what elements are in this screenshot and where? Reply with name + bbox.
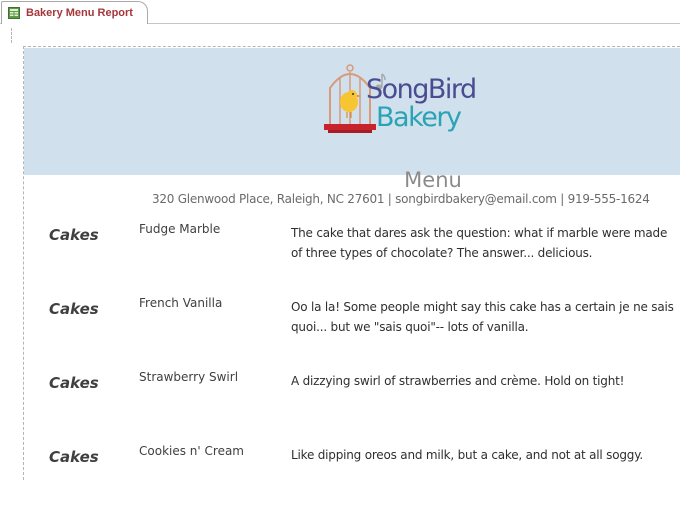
bakery-logo: SongBird Bakery [320,52,500,152]
logo-songbird-text: SongBird [366,74,477,105]
menu-row: Cakes French Vanilla Oo la la! Some peop… [0,296,680,360]
item-description: The cake that dares ask the question: wh… [291,226,668,260]
tab-label: Bakery Menu Report [26,7,133,19]
page-margin-guide-top [23,46,680,47]
category-label: Cakes [49,226,99,244]
item-description: A dizzying swirl of strawberries and crè… [291,374,625,388]
logo-bakery-text: Bakery [376,102,462,133]
item-name: Cookies n' Cream [139,444,244,458]
menu-row: Cakes Strawberry Swirl A dizzying swirl … [0,370,680,434]
category-label: Cakes [49,448,99,466]
menu-row: Cakes Fudge Marble The cake that dares a… [0,222,680,286]
report-canvas: SongBird Bakery Menu 320 Glenwood Place,… [0,24,680,480]
item-description: Oo la la! Some people might say this cak… [291,300,674,334]
category-label: Cakes [49,374,99,392]
document-tab-bar: Bakery Menu Report [0,0,680,24]
item-name: Fudge Marble [139,222,221,236]
report-title: Menu [404,168,462,192]
menu-row: Cakes Cookies n' Cream Like dipping oreo… [0,444,680,508]
category-label: Cakes [49,300,99,318]
bakery-address: 320 Glenwood Place, Raleigh, NC 27601 | … [152,192,650,206]
corner-guide [11,28,12,43]
item-name: French Vanilla [139,296,223,310]
report-icon [8,7,20,19]
item-name: Strawberry Swirl [139,370,239,384]
report-header: SongBird Bakery Menu [24,48,680,192]
tab-bakery-menu-report[interactable]: Bakery Menu Report [1,1,148,24]
item-description: Like dipping oreos and milk, but a cake,… [291,448,644,462]
